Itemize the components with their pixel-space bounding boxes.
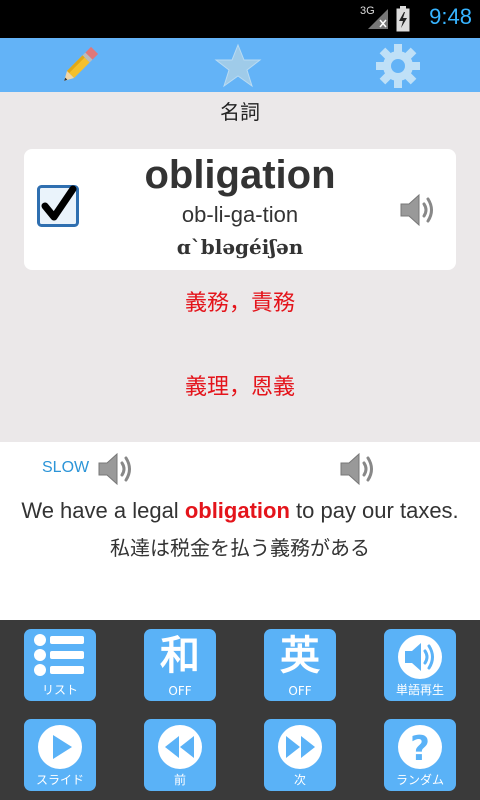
next-button[interactable]: 次	[264, 719, 336, 791]
toolbar	[0, 38, 480, 92]
edit-button[interactable]	[54, 42, 104, 90]
example-section: SLOW We have a legal obligation to pay o…	[0, 442, 480, 620]
previous-caption: 前	[173, 773, 186, 787]
english-toggle-button[interactable]: 英 OFF	[264, 629, 336, 701]
japanese-caption: OFF	[168, 684, 192, 698]
signal-icon	[368, 9, 388, 29]
syllables: ob-li-ga-tion	[181, 202, 299, 227]
english-caption: OFF	[288, 684, 312, 698]
speaker-icon[interactable]	[338, 450, 382, 488]
slow-label[interactable]: SLOW	[42, 459, 89, 477]
svg-text:?: ?	[410, 729, 430, 769]
gear-icon	[376, 44, 420, 88]
sentence-start: We have a legal	[21, 498, 185, 523]
bottom-panel: リスト 和 OFF 英 OFF 単語再生 スライド 前 次 ? ランダム	[0, 620, 480, 800]
settings-button[interactable]	[373, 42, 423, 90]
highlighted-word: obligation	[184, 498, 290, 523]
sentence-end: to pay our taxes.	[289, 498, 459, 523]
word-play-caption: 単語再生	[395, 683, 444, 697]
pronunciation: ɑ`bləgéiʃən	[176, 235, 304, 259]
star-icon	[214, 43, 262, 88]
next-caption: 次	[293, 773, 306, 787]
meaning-1: 義務，責務	[184, 291, 295, 316]
battery-charging-icon	[396, 6, 410, 32]
meaning-2: 義理，恩義	[184, 375, 295, 400]
play-icon	[38, 725, 82, 769]
favorite-button[interactable]	[213, 42, 263, 90]
example-sentence: We have a legal obligation to pay our ta…	[0, 498, 480, 524]
slide-caption: スライド	[35, 773, 84, 787]
list-button[interactable]: リスト	[24, 629, 96, 701]
speaker-icon[interactable]	[398, 191, 440, 229]
example-translation: 私達は税金を払う義務がある	[110, 536, 370, 560]
speaker-icon	[398, 635, 442, 679]
part-of-speech: 名詞	[220, 100, 260, 124]
status-bar: 3G 9:48	[0, 0, 480, 38]
word-play-button[interactable]: 単語再生	[384, 629, 456, 701]
random-button[interactable]: ? ランダム	[384, 719, 456, 791]
slide-button[interactable]: スライド	[24, 719, 96, 791]
japanese-glyph: 和	[160, 633, 200, 679]
question-icon: ?	[398, 725, 442, 769]
word-card: obligation ob-li-ga-tion ɑ`bləgéiʃən	[24, 149, 456, 270]
english-glyph: 英	[280, 633, 320, 679]
rewind-icon	[158, 725, 202, 769]
headword: obligation	[144, 153, 336, 197]
slow-speaker-icon[interactable]	[96, 450, 140, 488]
fast-forward-icon	[278, 725, 322, 769]
japanese-toggle-button[interactable]: 和 OFF	[144, 629, 216, 701]
pencil-icon	[64, 46, 99, 81]
previous-button[interactable]: 前	[144, 719, 216, 791]
clock: 9:48	[429, 4, 472, 29]
random-caption: ランダム	[395, 773, 444, 787]
list-icon	[34, 634, 84, 676]
list-caption: リスト	[41, 683, 78, 697]
